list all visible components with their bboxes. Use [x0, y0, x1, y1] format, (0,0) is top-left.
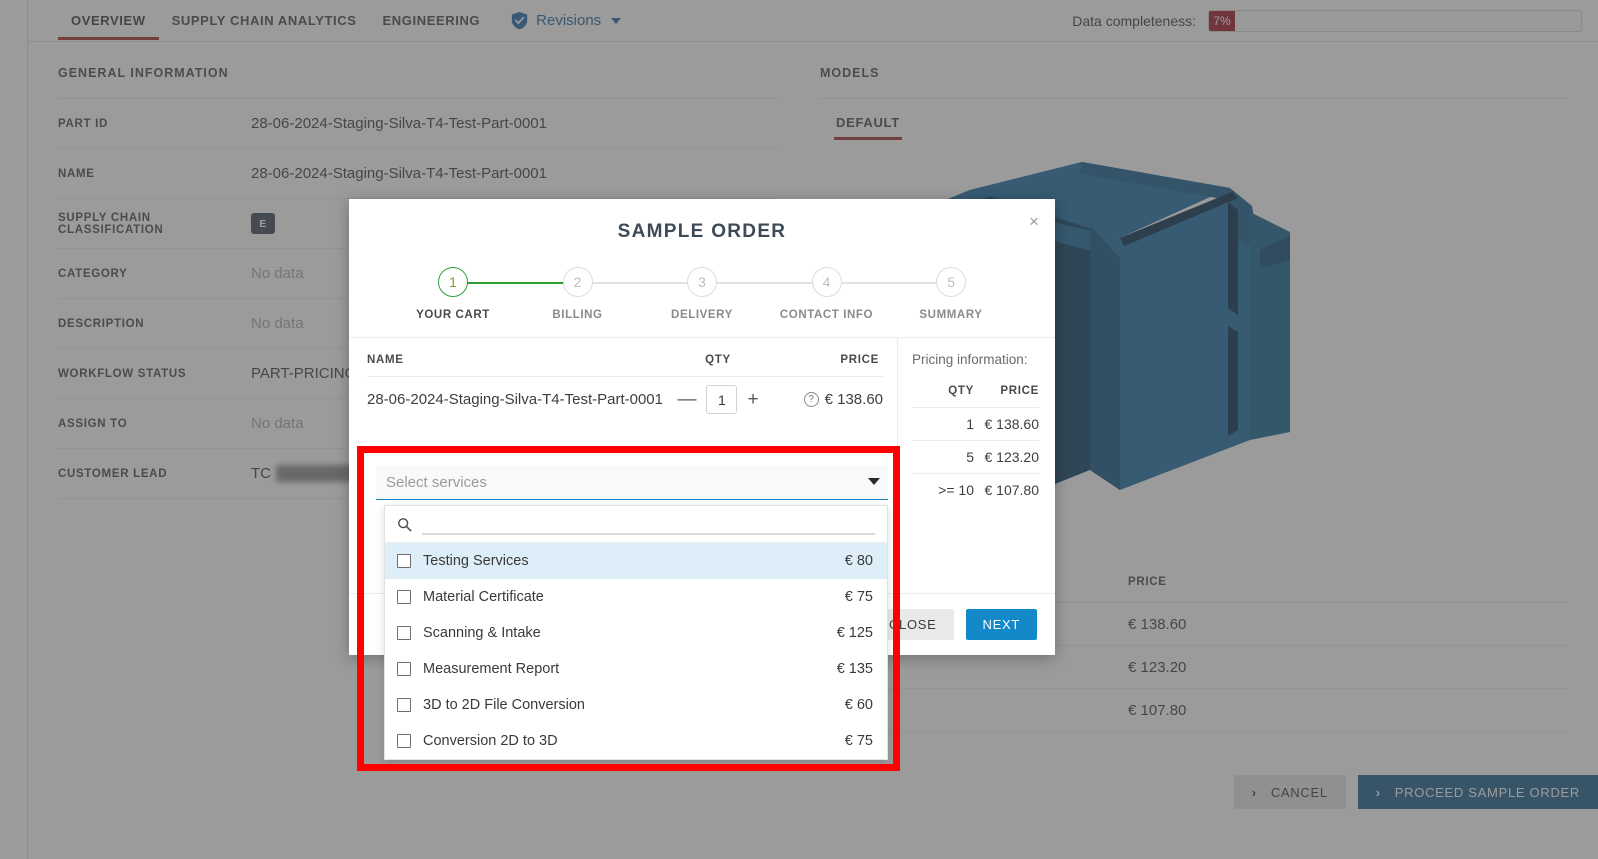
step-billing[interactable]: 2 BILLING — [522, 267, 634, 321]
service-option-label: Material Certificate — [423, 589, 544, 605]
screen: OVERVIEW SUPPLY CHAIN ANALYTICS ENGINEER… — [0, 0, 1598, 859]
step-label: DELIVERY — [671, 309, 733, 321]
step-your-cart[interactable]: 1 YOUR CART — [397, 267, 509, 321]
service-option-price: € 135 — [836, 661, 873, 677]
cart-item-price-cell: ? € 138.60 — [773, 391, 883, 408]
step-number: 1 — [438, 267, 468, 297]
service-option-conversion-2d-to-3d[interactable]: Conversion 2D to 3D € 75 — [385, 723, 887, 759]
pricing-cell-price: € 138.60 — [984, 416, 1040, 432]
service-option-label: Conversion 2D to 3D — [423, 733, 558, 749]
step-number: 2 — [562, 267, 593, 297]
next-button[interactable]: NEXT — [965, 609, 1037, 640]
step-number: 5 — [936, 267, 966, 297]
checkbox-icon[interactable] — [397, 698, 411, 712]
cart-col-qty: QTY — [705, 354, 731, 366]
service-option-price: € 125 — [836, 625, 873, 641]
pricing-table-head: QTY PRICE — [912, 367, 1039, 407]
step-label: CONTACT INFO — [779, 309, 874, 321]
search-icon — [398, 517, 412, 531]
pricing-col-qty: QTY — [948, 385, 974, 397]
service-option-price: € 75 — [844, 589, 873, 605]
service-option-label: Measurement Report — [423, 661, 560, 677]
modal-title: SAMPLE ORDER — [617, 221, 787, 242]
checkbox-icon[interactable] — [397, 734, 411, 748]
step-label: BILLING — [552, 309, 603, 321]
step-label: YOUR CART — [416, 309, 490, 321]
checkbox-icon[interactable] — [397, 626, 411, 640]
quantity-input[interactable] — [706, 385, 738, 414]
help-icon[interactable]: ? — [803, 392, 819, 407]
services-select-field[interactable]: Select services — [376, 466, 888, 500]
quantity-increment-button[interactable]: + — [747, 390, 758, 409]
chevron-down-icon[interactable] — [868, 478, 880, 485]
services-search-row — [385, 506, 887, 543]
step-label: SUMMARY — [919, 309, 983, 321]
services-search-input[interactable] — [422, 513, 875, 535]
services-select-placeholder: Select services — [386, 474, 487, 491]
service-option-3d-to-2d-file-conversion[interactable]: 3D to 2D File Conversion € 60 — [385, 687, 887, 723]
services-dropdown-panel: Testing Services € 80 Material Certifica… — [384, 505, 888, 760]
checkbox-icon[interactable] — [397, 662, 411, 676]
step-number: 3 — [687, 267, 717, 297]
pricing-cell-qty: >= 10 — [938, 482, 974, 498]
step-summary[interactable]: 5 SUMMARY — [895, 267, 1007, 321]
service-option-label: 3D to 2D File Conversion — [423, 697, 585, 713]
order-stepper: 1 YOUR CART 2 BILLING 3 DELIVERY 4 CONTA… — [397, 267, 1007, 337]
pricing-cell-qty: 1 — [966, 416, 974, 432]
pricing-cell-price: € 123.20 — [984, 449, 1040, 465]
quantity-stepper: — + — [663, 385, 773, 414]
services-select: Select services Testing Services € 80 Ma… — [376, 466, 888, 760]
cart-item-name: 28-06-2024-Staging-Silva-T4-Test-Part-00… — [367, 391, 663, 408]
pricing-information-label: Pricing information: — [912, 352, 1028, 367]
cart-col-name: NAME — [367, 354, 404, 366]
service-option-label: Scanning & Intake — [423, 625, 541, 641]
checkbox-icon[interactable] — [397, 554, 411, 568]
table-row: >= 10 € 107.80 — [912, 473, 1039, 506]
service-option-price: € 60 — [844, 697, 873, 713]
cart-row: 28-06-2024-Staging-Silva-T4-Test-Part-00… — [367, 376, 883, 422]
step-number: 4 — [811, 267, 842, 297]
pricing-cell-price: € 107.80 — [984, 482, 1040, 498]
cart-table-head: NAME QTY PRICE — [367, 338, 883, 376]
cart-col-price: PRICE — [840, 354, 879, 366]
checkbox-icon[interactable] — [397, 590, 411, 604]
cart-item-price: € 138.60 — [824, 391, 883, 408]
pricing-cell-qty: 5 — [966, 449, 974, 465]
step-contact-info[interactable]: 4 CONTACT INFO — [771, 267, 883, 321]
pricing-col-price: PRICE — [1000, 385, 1039, 397]
service-option-label: Testing Services — [423, 553, 529, 569]
pricing-information-pane: Pricing information: QTY PRICE 1 € 138.6… — [897, 338, 1055, 575]
quantity-decrement-button[interactable]: — — [677, 390, 696, 409]
service-option-price: € 80 — [844, 553, 873, 569]
service-option-price: € 75 — [844, 733, 873, 749]
service-option-testing-services[interactable]: Testing Services € 80 — [385, 543, 887, 579]
close-icon[interactable]: × — [1025, 213, 1043, 231]
table-row: 1 € 138.60 — [912, 407, 1039, 440]
table-row: 5 € 123.20 — [912, 440, 1039, 473]
service-option-material-certificate[interactable]: Material Certificate € 75 — [385, 579, 887, 615]
service-option-measurement-report[interactable]: Measurement Report € 135 — [385, 651, 887, 687]
service-option-scanning-intake[interactable]: Scanning & Intake € 125 — [385, 615, 887, 651]
step-delivery[interactable]: 3 DELIVERY — [646, 267, 758, 321]
